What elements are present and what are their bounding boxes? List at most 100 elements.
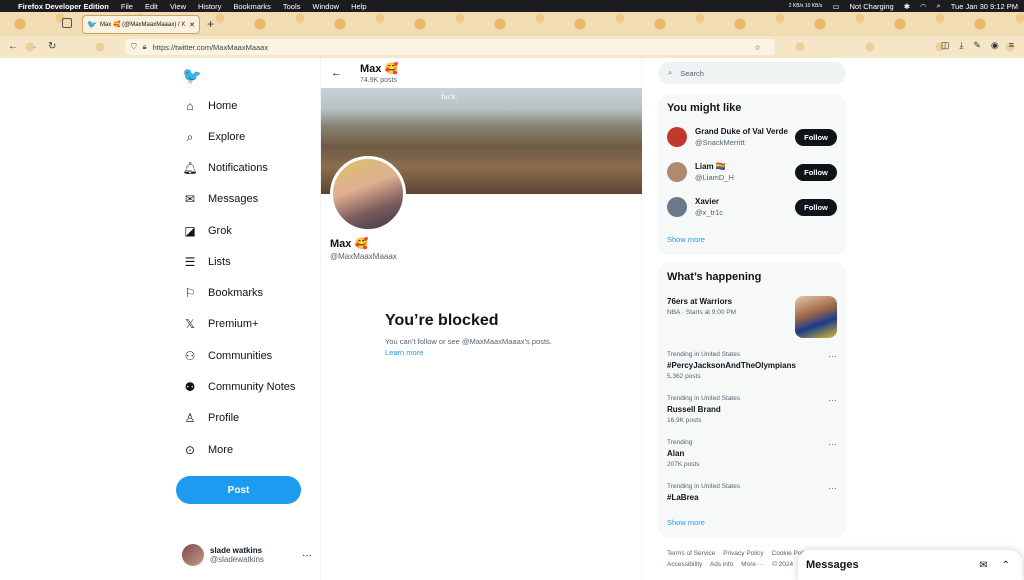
network-stats: 2 KB/s 10 KB/s [788, 3, 823, 9]
people-icon: ⚇ [184, 349, 196, 363]
downloads-icon[interactable]: ⤓ [959, 40, 963, 51]
nav-more[interactable]: ⊙ More [182, 442, 233, 458]
show-more-link[interactable]: Show more [667, 235, 705, 244]
trend-thumbnail[interactable] [795, 296, 837, 338]
bluetooth-icon[interactable]: ✱ [904, 2, 910, 11]
menu-icon[interactable]: ≡ [1009, 40, 1014, 51]
more-circle-icon: ⊙ [184, 443, 196, 457]
more-dots-icon[interactable]: ··· [828, 351, 837, 361]
trend-item[interactable]: Trending in United States #PercyJacksonA… [667, 351, 837, 380]
nav-lists[interactable]: ☰ Lists [182, 254, 231, 270]
more-dots-icon[interactable]: ··· [828, 395, 837, 405]
list-icon: ☰ [184, 255, 196, 269]
banner-text: fuck. [441, 92, 458, 101]
tab-overview-icon[interactable] [62, 18, 72, 28]
nav-messages[interactable]: ✉ Messages [182, 191, 258, 207]
account-icon[interactable]: ◉ [991, 40, 999, 51]
nav-community-notes[interactable]: ⚉ Community Notes [182, 379, 296, 395]
wifi-icon[interactable]: ◠ [920, 2, 927, 11]
app-menu[interactable]: Firefox Developer Edition [18, 2, 109, 11]
back-arrow-icon[interactable]: ← [331, 67, 342, 79]
avatar [667, 197, 687, 217]
menu-file[interactable]: File [121, 2, 133, 11]
avatar [182, 544, 204, 566]
menu-edit[interactable]: Edit [145, 2, 158, 11]
twitter-logo-icon[interactable]: 🐦 [182, 66, 202, 86]
tracking-shield-icon[interactable]: ⛉ [131, 42, 137, 52]
nav-premium[interactable]: 𝕏 Premium+ [182, 316, 258, 332]
grok-icon: ◪ [184, 224, 196, 238]
menu-help[interactable]: Help [351, 2, 366, 11]
footer-link[interactable]: Terms of Service [667, 550, 715, 557]
clock[interactable]: Tue Jan 30 9:12 PM [951, 2, 1018, 11]
battery-icon[interactable]: ▭ [832, 2, 839, 11]
url-bar[interactable]: ⛉ 🔒︎ https://twitter.com/MaxMaaxMaaax ☆ [125, 39, 775, 55]
profile-avatar[interactable] [330, 156, 406, 232]
account-switcher[interactable]: slade watkins @sladewatkins ··· [182, 544, 312, 566]
follow-button[interactable]: Follow [795, 198, 837, 216]
menu-tools[interactable]: Tools [283, 2, 301, 11]
search-input[interactable]: ⌕ Search [658, 62, 846, 84]
more-dots-icon[interactable]: ··· [828, 483, 837, 493]
forward-icon[interactable]: → [28, 41, 38, 52]
avatar [667, 162, 687, 182]
trend-item[interactable]: Trending in United States #LaBrea ··· [667, 483, 837, 502]
footer-link[interactable]: More ··· [741, 561, 764, 568]
twitter-icon: 🐦 [87, 20, 97, 29]
back-icon[interactable]: ← [8, 41, 18, 52]
browser-tab[interactable]: 🐦 Max 🥰 (@MaxMaaxMaaax) / X ✕ [82, 15, 200, 34]
notes-icon: ⚉ [184, 380, 196, 394]
suggested-user[interactable]: Xavier @x_tr1c Follow [667, 197, 837, 217]
suggested-user[interactable]: Liam 🏳️‍🌈 @LiamD_H Follow [667, 162, 837, 182]
user-icon: ♙ [184, 411, 196, 425]
nav-explore[interactable]: ⌕ Explore [182, 129, 246, 145]
menu-window[interactable]: Window [312, 2, 339, 11]
battery-status[interactable]: Not Charging [849, 2, 893, 11]
footer-copyright: © 2024 [772, 561, 794, 568]
show-more-link[interactable]: Show more [667, 518, 705, 527]
post-button[interactable]: Post [176, 476, 301, 504]
profile-header-name: Max 🥰 [360, 63, 399, 75]
footer-link[interactable]: Privacy Policy [723, 550, 763, 557]
nav-grok[interactable]: ◪ Grok [182, 223, 232, 239]
footer-link[interactable]: Accessibility [667, 561, 702, 568]
menu-bookmarks[interactable]: Bookmarks [233, 2, 271, 11]
close-tab-icon[interactable]: ✕ [189, 21, 195, 29]
profile-name: Max 🥰 [330, 238, 369, 250]
tab-strip: 🐦 Max 🥰 (@MaxMaaxMaaax) / X ✕ + [0, 12, 1024, 36]
spotlight-icon[interactable]: ⌕ [937, 1, 941, 11]
nav-bookmarks[interactable]: ⚐ Bookmarks [182, 285, 263, 301]
pocket-icon[interactable]: ◫ [941, 40, 950, 51]
more-dots-icon[interactable]: ··· [828, 439, 837, 449]
follow-button[interactable]: Follow [795, 163, 837, 181]
nav-profile[interactable]: ♙ Profile [182, 410, 240, 426]
profile-column: ← Max 🥰 74.9K posts fuck. Max 🥰 @MaxMaax… [320, 58, 642, 580]
more-dots-icon[interactable]: ··· [302, 550, 312, 561]
trend-item[interactable]: Trending in United States Russell Brand … [667, 395, 837, 424]
blocked-subtitle: You can’t follow or see @MaxMaaxMaaax’s … [385, 337, 552, 346]
expand-icon[interactable]: ⌃ [1002, 560, 1010, 571]
new-tab-icon[interactable]: + [207, 17, 214, 31]
lock-icon[interactable]: 🔒︎ [143, 42, 147, 52]
new-message-icon[interactable]: ✉ [979, 560, 987, 571]
nav-notifications[interactable]: 🔔︎ Notifications [182, 160, 268, 176]
blocked-title: You’re blocked [385, 312, 499, 329]
learn-more-link[interactable]: Learn more [385, 348, 423, 357]
avatar [667, 127, 687, 147]
nav-home[interactable]: ⌂ Home [182, 98, 237, 114]
twitter-page: 🐦 ⌂ Home ⌕ Explore 🔔︎ Notifications ✉ Messag… [0, 58, 1024, 580]
reload-icon[interactable]: ↻ [48, 41, 56, 52]
nav-communities[interactable]: ⚇ Communities [182, 348, 273, 364]
messages-drawer[interactable]: Messages ✉ ⌃ [798, 550, 1022, 580]
suggested-user[interactable]: Grand Duke of Val Verde @SnackMerritt Fol… [667, 127, 837, 147]
trends-title: What’s happening [667, 271, 762, 283]
follow-button[interactable]: Follow [795, 128, 837, 146]
bookmark-star-icon[interactable]: ☆ [754, 43, 761, 52]
menu-view[interactable]: View [170, 2, 186, 11]
mac-menu-bar: Firefox Developer Edition File Edit View… [0, 0, 1024, 12]
footer-link[interactable]: Ads info [710, 561, 734, 568]
extensions-icon[interactable]: ✎ [973, 40, 981, 51]
menu-history[interactable]: History [198, 2, 221, 11]
url-text[interactable]: https://twitter.com/MaxMaaxMaaax [153, 43, 268, 52]
trend-item[interactable]: Trending Alan 207K posts ··· [667, 439, 837, 468]
